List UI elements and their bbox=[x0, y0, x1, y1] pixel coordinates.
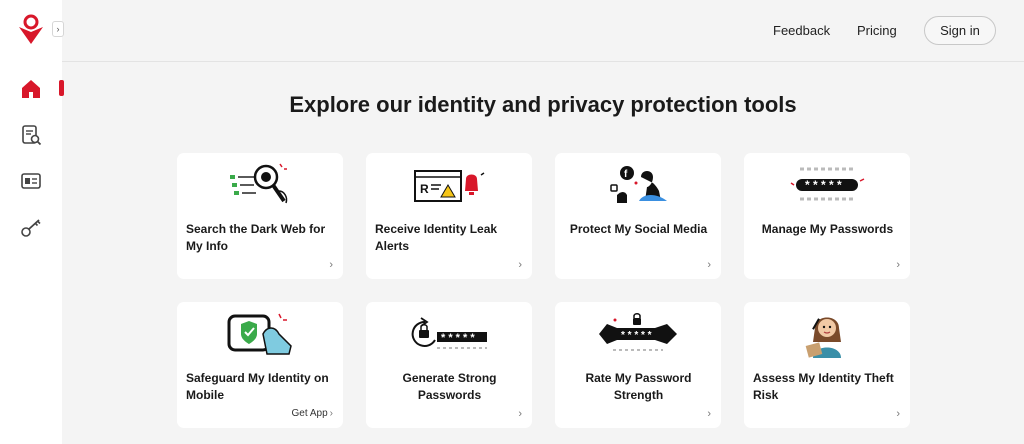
feedback-link[interactable]: Feedback bbox=[773, 23, 830, 38]
chevron-right-icon: › bbox=[518, 259, 522, 271]
sign-in-button[interactable]: Sign in bbox=[924, 16, 996, 45]
svg-text:* * * * *: * * * * * bbox=[441, 332, 475, 344]
chevron-right-icon: › bbox=[707, 408, 711, 420]
card-label: Generate Strong Passwords bbox=[402, 371, 497, 402]
card-leak-alerts[interactable]: R Receive Identity Leak Alerts › bbox=[366, 153, 532, 279]
chevron-right-icon: › bbox=[329, 408, 333, 419]
card-label: Search the Dark Web for My Info bbox=[186, 222, 326, 253]
card-social-media[interactable]: f Protect My Social Media › bbox=[555, 153, 721, 279]
brand-logo[interactable] bbox=[17, 13, 45, 45]
card-password-generator[interactable]: * * * * * Generate Strong Passwords › bbox=[366, 302, 532, 428]
password-strength-icon: * * * * * bbox=[599, 313, 677, 351]
card-dark-web-search[interactable]: Search the Dark Web for My Info › bbox=[177, 153, 343, 279]
mobile-shield-icon bbox=[227, 313, 292, 355]
home-icon[interactable] bbox=[19, 77, 43, 101]
password-manager-icon: * * * * * bbox=[790, 167, 865, 201]
card-label: Manage My Passwords bbox=[761, 222, 894, 236]
card-label: Rate My Password Strength bbox=[585, 371, 692, 402]
top-bar: Feedback Pricing Sign in bbox=[62, 0, 1024, 62]
chevron-right-icon: › bbox=[896, 259, 900, 271]
key-icon[interactable] bbox=[19, 216, 43, 240]
report-search-icon[interactable] bbox=[19, 123, 43, 147]
svg-text:* * * * *: * * * * * bbox=[805, 178, 842, 192]
risk-assessment-icon bbox=[805, 317, 841, 358]
svg-text:R: R bbox=[420, 182, 429, 196]
card-label: Assess My Identity Theft Risk bbox=[753, 371, 894, 402]
chevron-right-icon: › bbox=[518, 408, 522, 420]
chevron-right-icon: › bbox=[896, 408, 900, 420]
card-risk-assessment[interactable]: Assess My Identity Theft Risk › bbox=[744, 302, 910, 428]
card-label: Safeguard My Identity on Mobile bbox=[186, 371, 329, 402]
sidebar: › bbox=[0, 0, 64, 444]
get-app-link[interactable]: Get App › bbox=[292, 408, 333, 419]
id-card-icon[interactable] bbox=[19, 169, 43, 193]
dark-web-search-icon bbox=[230, 163, 288, 204]
chevron-right-icon: › bbox=[329, 259, 333, 271]
chevron-right-icon: › bbox=[707, 259, 711, 271]
svg-text:* * * * *: * * * * * bbox=[621, 330, 652, 341]
pricing-link[interactable]: Pricing bbox=[857, 23, 897, 38]
leak-alert-icon: R bbox=[414, 170, 485, 202]
card-label: Receive Identity Leak Alerts bbox=[375, 222, 498, 253]
card-label: Protect My Social Media bbox=[569, 222, 708, 236]
password-generator-icon: * * * * * bbox=[411, 317, 487, 349]
card-mobile-safeguard[interactable]: Safeguard My Identity on Mobile Get App › bbox=[177, 302, 343, 428]
social-media-icon: f bbox=[610, 166, 667, 203]
page-title: Explore our identity and privacy protect… bbox=[289, 92, 797, 117]
card-password-strength[interactable]: * * * * * Rate My Password Strength › bbox=[555, 302, 721, 428]
card-password-manager[interactable]: * * * * * Manage My Passwords › bbox=[744, 153, 910, 279]
